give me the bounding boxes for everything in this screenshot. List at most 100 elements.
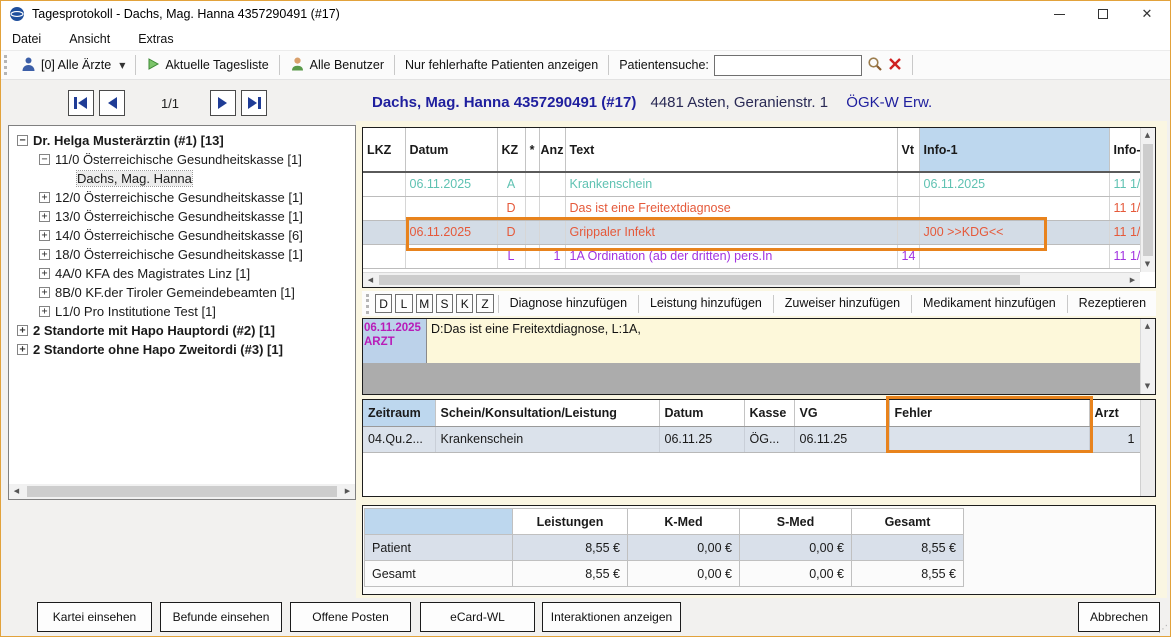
col-info1[interactable]: Info-1 (919, 128, 1109, 172)
last-page-button[interactable] (241, 90, 267, 116)
resize-grip-icon[interactable]: ⋰ (1158, 624, 1168, 635)
previous-page-button[interactable] (99, 90, 125, 116)
tree-expand-icon[interactable]: + (39, 192, 50, 203)
close-button[interactable]: ✕ (1125, 0, 1169, 28)
clear-search-icon[interactable] (888, 57, 902, 74)
scroll-up-icon[interactable]: ▲ (1140, 319, 1155, 334)
kartei-einsehen-button[interactable]: Kartei einsehen (37, 602, 152, 632)
day-note-row[interactable]: 06.11.2025 ARZT D:Das ist eine Freitextd… (363, 319, 1140, 363)
scroll-left-icon[interactable]: ◀ (363, 273, 378, 288)
filter-s-button[interactable]: S (436, 294, 453, 313)
col-datum[interactable]: Datum (659, 400, 744, 426)
entry-row-freitextdiagnose[interactable]: D Das ist eine Freitextdiagnose 11 1/ (363, 196, 1140, 220)
search-icon[interactable] (867, 56, 883, 75)
scroll-down-icon[interactable]: ▼ (1140, 257, 1155, 272)
tree-item-kasse[interactable]: +13/0 Österreichische Gesundheitskasse [… (9, 207, 355, 226)
filter-z-button[interactable]: Z (476, 294, 493, 313)
tree-horizontal-scrollbar[interactable]: ◀ ▶ (9, 484, 355, 499)
menu-ansicht[interactable]: Ansicht (69, 28, 110, 50)
tree-expand-icon[interactable]: + (39, 230, 50, 241)
maximize-button[interactable] (1081, 0, 1125, 28)
ecard-wl-button[interactable]: eCard-WL (420, 602, 535, 632)
col-vt[interactable]: Vt (897, 128, 919, 172)
tree-item-kasse[interactable]: +14/0 Österreichische Gesundheitskasse [… (9, 226, 355, 245)
add-referrer-button[interactable]: Zuweiser hinzufügen (775, 293, 910, 314)
first-page-button[interactable] (68, 90, 94, 116)
tree-item-kasse[interactable]: −11/0 Österreichische Gesundheitskasse [… (9, 150, 355, 169)
claims-scrollbar-gutter[interactable] (1140, 400, 1155, 496)
scroll-left-icon[interactable]: ◀ (9, 484, 24, 499)
toolbar-grip-icon (4, 55, 7, 75)
scrollbar-thumb[interactable] (379, 275, 1020, 285)
entry-row-krankenschein[interactable]: 06.11.2025 A Krankenschein 06.11.2025 11… (363, 172, 1140, 196)
close-icon: ✕ (1142, 7, 1153, 22)
col-vg[interactable]: VG (794, 400, 889, 426)
tree-item-kasse[interactable]: +8B/0 KF.der Tiroler Gemeindebeamten [1] (9, 283, 355, 302)
next-page-button[interactable] (210, 90, 236, 116)
befunde-einsehen-button[interactable]: Befunde einsehen (160, 602, 282, 632)
all-users-button[interactable]: Alle Benutzer (282, 53, 392, 77)
claims-header-row: Zeitraum Schein/Konsultation/Leistung Da… (363, 400, 1140, 426)
scroll-right-icon[interactable]: ▶ (340, 484, 355, 499)
tree-collapse-icon[interactable]: − (39, 154, 50, 165)
filter-d-button[interactable]: D (375, 294, 392, 313)
add-service-button[interactable]: Leistung hinzufügen (640, 293, 772, 314)
prescribe-button[interactable]: Rezeptieren (1069, 293, 1156, 314)
col-star[interactable]: * (525, 128, 539, 172)
minimize-button[interactable] (1037, 0, 1081, 28)
only-error-patients-button[interactable]: Nur fehlerhafte Patienten anzeigen (397, 53, 606, 77)
note-vertical-scrollbar[interactable]: ▲ ▼ (1140, 319, 1155, 394)
col-schein[interactable]: Schein/Konsultation/Leistung (435, 400, 659, 426)
col-datum[interactable]: Datum (405, 128, 497, 172)
claim-row-krankenschein[interactable]: 04.Qu.2... Krankenschein 06.11.25 ÖG... … (363, 426, 1140, 452)
tree-expand-icon[interactable]: + (39, 268, 50, 279)
entries-vertical-scrollbar[interactable]: ▲ ▼ (1140, 128, 1155, 272)
col-kasse[interactable]: Kasse (744, 400, 794, 426)
menu-extras[interactable]: Extras (138, 28, 173, 50)
tree-item-doctor[interactable]: −Dr. Helga Musterärztin (#1) [13] (9, 131, 355, 150)
tree-expand-icon[interactable]: + (39, 287, 50, 298)
filter-k-button[interactable]: K (456, 294, 473, 313)
col-arzt[interactable]: Arzt (1089, 400, 1140, 426)
tree-item-kasse[interactable]: +18/0 Österreichische Gesundheitskasse [… (9, 245, 355, 264)
tree-item-kasse[interactable]: +4A/0 KFA des Magistrates Linz [1] (9, 264, 355, 283)
filter-m-button[interactable]: M (416, 294, 433, 313)
entry-row-ordination[interactable]: L 1 1A Ordination (ab der dritten) pers.… (363, 244, 1140, 268)
col-lkz[interactable]: LKZ (363, 128, 405, 172)
offene-posten-button[interactable]: Offene Posten (290, 602, 411, 632)
tree-item-patient[interactable]: Dachs, Mag. Hanna (9, 169, 355, 188)
tree-expand-icon[interactable]: + (39, 306, 50, 317)
tree-expand-icon[interactable]: + (17, 344, 28, 355)
doctors-filter-button[interactable]: [0] Alle Ärzte ▼ (13, 53, 133, 77)
scroll-right-icon[interactable]: ▶ (1125, 273, 1140, 288)
patient-search-input[interactable] (714, 55, 862, 76)
col-kz[interactable]: KZ (497, 128, 525, 172)
col-text[interactable]: Text (565, 128, 897, 172)
tree-item-kasse[interactable]: +12/0 Österreichische Gesundheitskasse [… (9, 188, 355, 207)
scroll-up-icon[interactable]: ▲ (1140, 128, 1155, 143)
col-empty (365, 509, 513, 535)
col-fehler[interactable]: Fehler (889, 400, 1089, 426)
tree-expand-icon[interactable]: + (39, 249, 50, 260)
add-medication-button[interactable]: Medikament hinzufügen (913, 293, 1066, 314)
entries-horizontal-scrollbar[interactable]: ◀ ▶ (363, 272, 1140, 287)
col-info2[interactable]: Info- (1109, 128, 1140, 172)
filter-l-button[interactable]: L (395, 294, 412, 313)
tree-expand-icon[interactable]: + (17, 325, 28, 336)
tree-item-kasse[interactable]: +L1/0 Pro Institutione Test [1] (9, 302, 355, 321)
col-anz[interactable]: Anz (539, 128, 565, 172)
entry-row-grippaler-infekt[interactable]: 06.11.2025 D Grippaler Infekt J00 >>KDG<… (363, 220, 1140, 244)
scrollbar-thumb[interactable] (27, 486, 337, 497)
add-diagnosis-button[interactable]: Diagnose hinzufügen (500, 293, 637, 314)
scroll-down-icon[interactable]: ▼ (1140, 379, 1155, 394)
tree-collapse-icon[interactable]: − (17, 135, 28, 146)
tree-item-standort[interactable]: +2 Standorte ohne Hapo Zweitordi (#3) [1… (9, 340, 355, 359)
menu-datei[interactable]: Datei (12, 28, 41, 50)
tree-expand-icon[interactable]: + (39, 211, 50, 222)
tree-item-standort[interactable]: +2 Standorte mit Hapo Hauptordi (#2) [1] (9, 321, 355, 340)
scrollbar-thumb[interactable] (1143, 144, 1153, 256)
col-zeitraum[interactable]: Zeitraum (363, 400, 435, 426)
interaktionen-anzeigen-button[interactable]: Interaktionen anzeigen (542, 602, 681, 632)
current-day-list-button[interactable]: Aktuelle Tagesliste (138, 53, 276, 77)
abbrechen-button[interactable]: Abbrechen (1078, 602, 1160, 632)
